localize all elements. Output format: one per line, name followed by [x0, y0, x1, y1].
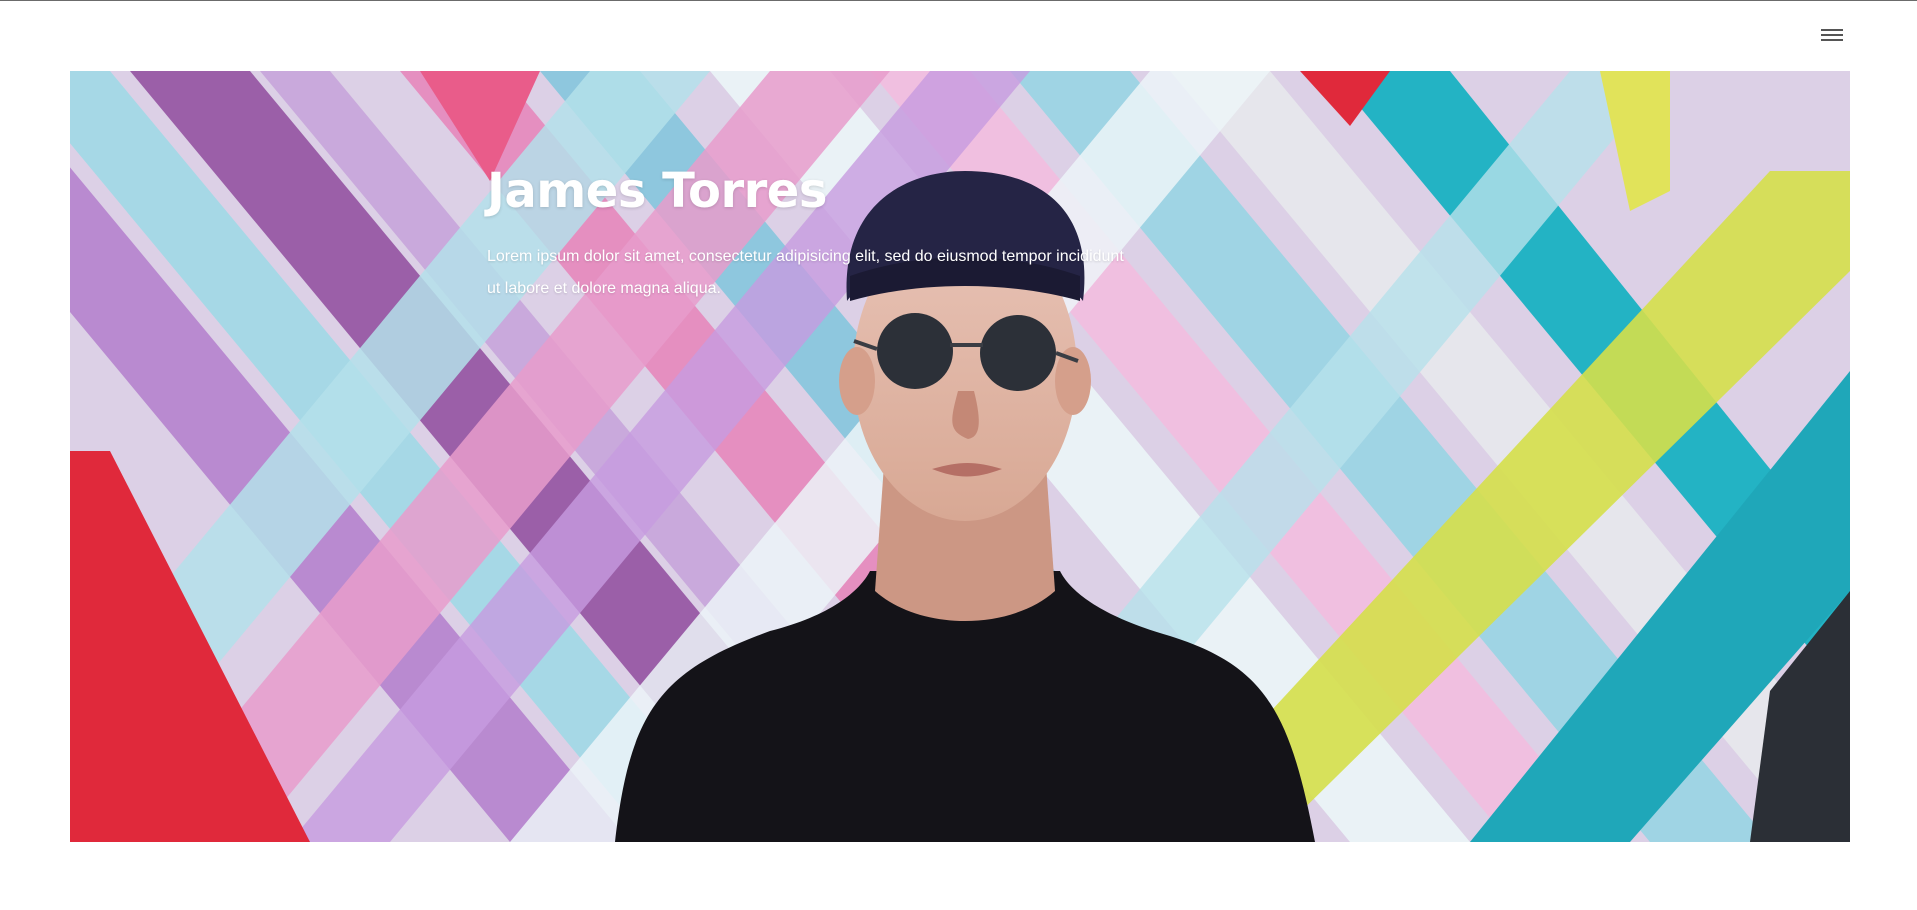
- page: James Torres Lorem ipsum dolor sit amet,…: [0, 0, 1917, 910]
- hero-description: Lorem ipsum dolor sit amet, consectetur …: [487, 248, 1124, 297]
- hero-text-block: James Torres Lorem ipsum dolor sit amet,…: [487, 161, 1187, 305]
- hero-title: James Torres: [487, 163, 827, 219]
- menu-button[interactable]: [1818, 24, 1846, 46]
- hero-banner: James Torres Lorem ipsum dolor sit amet,…: [70, 71, 1850, 842]
- top-divider: [0, 0, 1917, 1]
